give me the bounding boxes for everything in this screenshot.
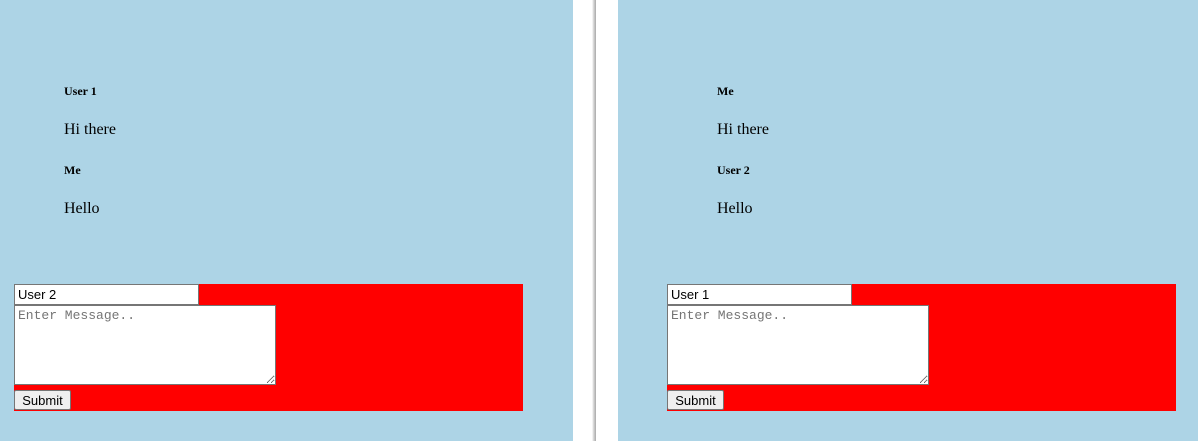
message-form: Submit bbox=[667, 284, 1176, 411]
message-sender: User 1 bbox=[64, 84, 97, 98]
split-view: User 1 Hi there Me Hello Submit Me Hi th… bbox=[0, 0, 1198, 441]
username-input[interactable] bbox=[14, 284, 199, 305]
chat-window-right: Me Hi there User 2 Hello Submit bbox=[618, 0, 1198, 441]
message-text: Hello bbox=[717, 200, 753, 217]
submit-button[interactable]: Submit bbox=[14, 390, 71, 410]
message-text: Hello bbox=[64, 200, 100, 217]
message-text: Hi there bbox=[64, 121, 116, 138]
message-input[interactable] bbox=[667, 305, 929, 385]
message-sender: Me bbox=[717, 84, 734, 98]
message-sender: Me bbox=[64, 163, 81, 177]
divider-shadow bbox=[592, 0, 596, 441]
username-input[interactable] bbox=[667, 284, 852, 305]
message-input[interactable] bbox=[14, 305, 276, 385]
message-sender: User 2 bbox=[717, 163, 750, 177]
message-form: Submit bbox=[14, 284, 523, 411]
message-text: Hi there bbox=[717, 121, 769, 138]
submit-button[interactable]: Submit bbox=[667, 390, 724, 410]
chat-window-left: User 1 Hi there Me Hello Submit bbox=[0, 0, 573, 441]
